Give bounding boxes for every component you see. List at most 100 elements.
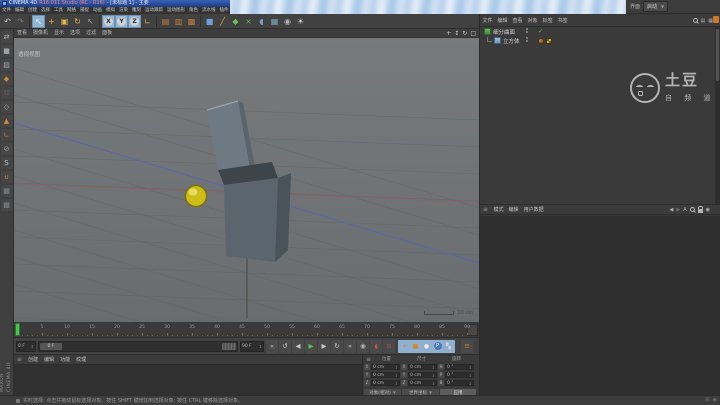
attribute-manager-accent-button[interactable] [713,16,719,23]
next-key-button[interactable]: ↻ [331,340,343,353]
forward-icon[interactable]: ▶ [676,207,680,213]
render-picture-viewer-icon[interactable]: ▥ [172,15,185,28]
subdivision-surface-icon[interactable]: ◆ [229,15,242,28]
menu-item[interactable]: 插件 [218,7,231,14]
material-manager[interactable]: ≡创建编辑功能纹理 [14,355,363,395]
visibility-dots[interactable] [526,37,528,42]
rotate-tool-icon[interactable]: ↻ [71,15,84,28]
uvw-tag-icon[interactable] [546,38,552,44]
lock-icon[interactable] [698,209,703,213]
arrange-mode-icon[interactable]: A [683,207,686,213]
filter-icon[interactable]: ▤ [701,18,706,24]
attribute-manager-menu-item[interactable]: 用户数据 [521,206,546,213]
render-settings-icon[interactable]: ▩ [185,15,198,28]
coordinate-value-field[interactable]: 0 cm↕ [371,372,400,378]
add-cube-primitive-icon[interactable]: ■ [203,15,216,28]
back-icon[interactable]: ◀ [669,207,673,213]
viewport-solo-icon[interactable]: ⊘ [1,143,13,155]
object-manager-menu-item[interactable]: 书签 [555,17,570,24]
object-manager-menu-item[interactable]: 查看 [510,17,525,24]
rotate-view-icon[interactable]: ↻ [462,30,467,37]
key-position-button[interactable]: + [399,340,410,353]
range-end-handle[interactable] [222,343,236,350]
key-parameter-button[interactable]: P [432,340,443,353]
menu-item[interactable]: 工具 [52,7,65,14]
sound-toggle-button[interactable]: ◖ [370,340,382,353]
menu-item[interactable]: 文件 [0,7,13,14]
object-manager-menu-item[interactable]: 标签 [540,17,555,24]
coordinate-value-field[interactable]: 0 cm↕ [408,380,437,386]
coordinate-value-field[interactable]: 0 cm↕ [408,372,437,378]
object-manager-scrollbar[interactable] [715,27,720,205]
viewport-menu-item[interactable]: 面板 [99,29,115,38]
zoom-view-icon[interactable]: ↕ [454,30,459,37]
menu-item[interactable]: 运动图形 [165,7,187,14]
viewport-object-front[interactable] [224,178,278,262]
menu-item[interactable]: 雕刻 [130,7,143,14]
material-manager-menu-item[interactable]: 创建 [25,356,41,363]
record-keyframe-button[interactable]: ◉ [357,340,369,353]
coordinate-value-field[interactable]: 0 °↕ [445,380,474,386]
magnet-snap-icon[interactable]: ∪ [1,171,13,183]
lock-x-axis-icon[interactable]: X [102,15,115,28]
viewport-menu-item[interactable]: 选项 [67,29,83,38]
visibility-dots[interactable] [526,28,528,33]
camera-menu-icon[interactable]: ◉ [281,15,294,28]
coordinate-value-field[interactable]: 0 cm↕ [408,364,437,370]
enable-axis-icon[interactable]: ∟ [1,129,13,141]
material-manager-menu-item[interactable]: 纹理 [73,356,89,363]
last-used-tool-icon[interactable]: ↖ [84,15,97,28]
viewport-menu-item[interactable]: 摄像机 [30,29,51,38]
viewport-menu-item[interactable]: 过滤 [83,29,99,38]
enable-snap-icon[interactable]: S [1,157,13,169]
environment-menu-icon[interactable]: ▦ [268,15,281,28]
preview-range-slider[interactable]: 0 F [38,341,238,352]
polygons-mode-icon[interactable]: ▲ [1,115,13,127]
coordinate-value-field[interactable]: 0 °↕ [445,372,474,378]
edges-mode-icon[interactable]: ◇ [1,101,13,113]
workplane-mode-icon[interactable]: ◆ [1,73,13,85]
play-forward-button[interactable]: ▶ [305,340,317,353]
viewport-menu-item[interactable]: 查看 [14,29,30,38]
brush-sphere[interactable] [186,186,207,207]
autokey-toggle-button[interactable]: ⊙ [383,340,395,353]
go-to-end-button[interactable]: » [344,340,356,353]
previous-frame-button[interactable]: ◀ [292,340,304,353]
coordinate-system-icon[interactable]: ∟ [141,15,154,28]
go-to-start-button[interactable]: « [266,340,278,353]
menu-item[interactable]: 角色 [187,7,200,14]
redo-icon[interactable]: ↷ [14,15,27,28]
attribute-manager-menu-item[interactable]: 模式 [491,206,506,213]
next-frame-button[interactable]: ▶ [318,340,330,353]
interface-dropdown[interactable]: 启动 ▼ [643,1,668,12]
menu-item[interactable]: 创建 [26,7,39,14]
previous-key-button[interactable]: ↺ [279,340,291,353]
search-icon[interactable] [690,207,695,212]
coordinate-value-field[interactable]: 0 cm↕ [371,364,400,370]
end-frame-field[interactable]: 90 F↕ [240,341,264,352]
coordinate-value-field[interactable]: 0 cm↕ [371,380,400,386]
quantize-icon[interactable]: ▩ [1,199,13,211]
menu-item[interactable]: 编辑 [13,7,26,14]
light-menu-icon[interactable]: ☀ [294,15,307,28]
toggle-view-icon[interactable]: □ [470,30,476,37]
object-manager-tree[interactable]: 细分曲面✓立方体 [480,27,715,205]
menu-item[interactable]: 运动跟踪 [143,7,165,14]
viewport-canvas[interactable]: 透视视图 10 cm [14,38,479,322]
menu-item[interactable]: 流水线 [200,7,218,14]
key-pla-button[interactable]: ▚ [443,340,454,353]
coordinate-value-field[interactable]: 0 °↕ [445,364,474,370]
lock-y-axis-icon[interactable]: Y [115,15,128,28]
menu-item[interactable]: 渲染 [117,7,130,14]
attribute-manager-body[interactable] [480,216,720,395]
scale-tool-icon[interactable]: ▣ [58,15,71,28]
range-start-handle[interactable]: 0 F [40,343,62,350]
deformer-menu-icon[interactable]: ◖ [255,15,268,28]
undo-icon[interactable]: ↶ [1,15,14,28]
current-frame-field[interactable]: 0 F↕ [16,341,36,352]
viewport-menu-item[interactable]: 显示 [51,29,67,38]
spline-pen-icon[interactable]: ╱ [216,15,229,28]
object-row[interactable]: 立方体 [480,36,715,45]
object-manager-menu-item[interactable]: 文件 [480,17,495,24]
lock-z-axis-icon[interactable]: Z [128,15,141,28]
